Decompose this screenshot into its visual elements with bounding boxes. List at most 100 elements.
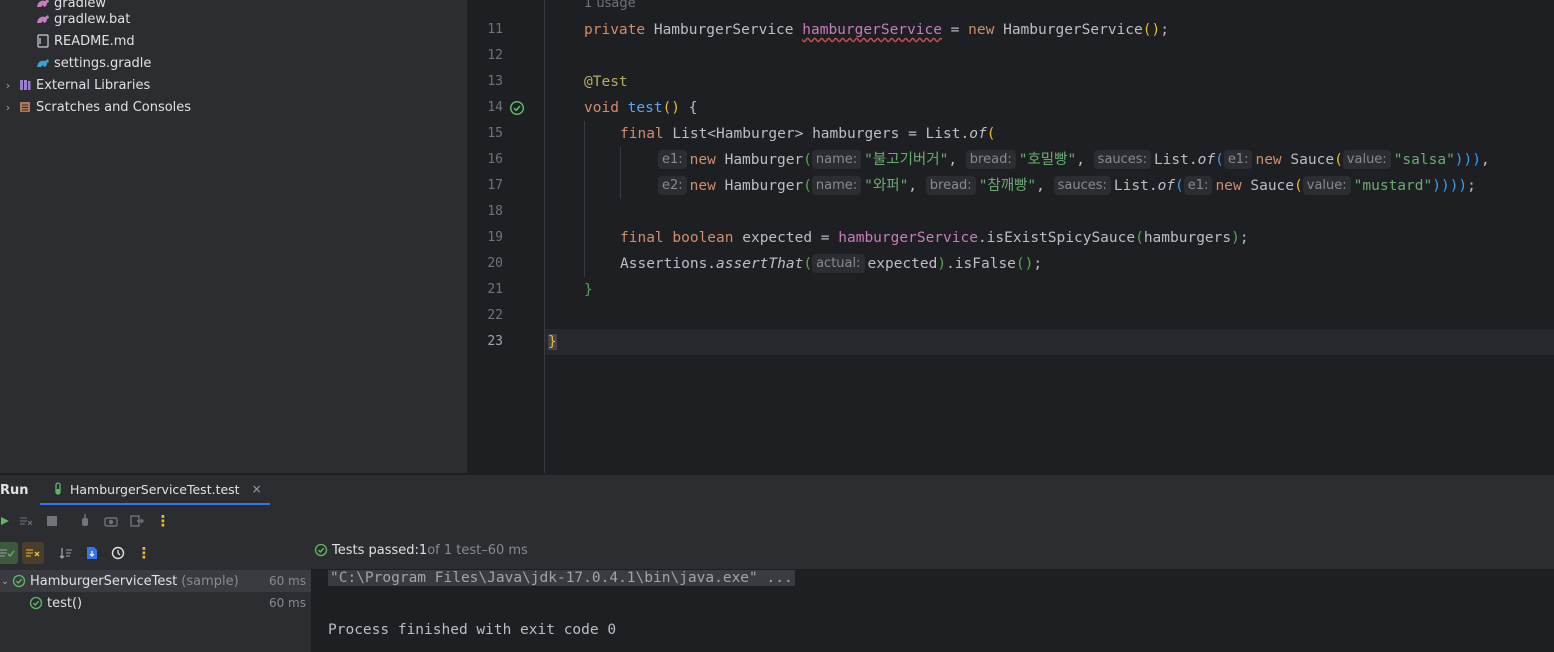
rerun-icon[interactable]: [0, 510, 16, 532]
code-editor[interactable]: 11 12 13 14 15 16 17 18 19 20 21 22 23 1…: [469, 0, 1554, 473]
line-number: 19: [487, 230, 503, 245]
status-total: of 1 test: [427, 542, 482, 558]
import-tests-icon[interactable]: [81, 542, 103, 564]
console-command-line[interactable]: "C:\Program Files\Java\jdk-17.0.4.1\bin\…: [328, 567, 795, 589]
test-suite-label: HamburgerServiceTest: [30, 573, 178, 589]
field-hamburger-service: hamburgerService: [802, 22, 942, 38]
tree-item-scratches[interactable]: › Scratches and Consoles: [0, 96, 191, 118]
status-label: Tests passed:: [332, 542, 419, 558]
param-hint: name:: [811, 150, 862, 169]
more-options-icon[interactable]: ⋮: [152, 510, 174, 532]
camera-icon[interactable]: [100, 510, 122, 532]
status-passed-count: 1: [418, 542, 428, 558]
test-case-label: test(): [47, 595, 83, 611]
libraries-icon: [18, 78, 32, 92]
gradle-icon: [36, 56, 50, 70]
tree-item-settings-gradle[interactable]: settings.gradle: [36, 52, 151, 74]
line-number: 16: [487, 152, 503, 167]
tree-item-gradlew-bat[interactable]: gradlew.bat: [36, 8, 130, 30]
check-circle-icon: [314, 543, 328, 557]
tree-item-label: gradlew.bat: [54, 11, 131, 27]
line-number: 22: [487, 308, 503, 323]
code-line-19: final boolean expected = hamburgerServic…: [620, 230, 1249, 246]
tree-item-readme[interactable]: README.md: [36, 30, 135, 52]
param-hint: e1:: [658, 150, 687, 169]
rerun-failed-icon[interactable]: [15, 510, 37, 532]
scratches-icon: [18, 100, 32, 114]
exit-icon[interactable]: [126, 510, 148, 532]
gradle-icon: [36, 12, 50, 26]
markdown-file-icon: [36, 34, 50, 48]
editor-gutter: 11 12 13 14 15 16 17 18 19 20 21 22 23: [469, 0, 545, 473]
code-line-21: }: [584, 282, 593, 298]
code-line-16: e1: new Hamburger(name: "불고기버거", bread: "호밀…: [548, 147, 1490, 173]
show-ignored-icon[interactable]: [22, 542, 44, 564]
param-hint: name:: [811, 176, 862, 195]
code-line-11: private HamburgerService hamburgerServic…: [584, 22, 1169, 38]
line-number: 17: [487, 178, 503, 193]
line-number: 20: [487, 256, 503, 271]
line-number: 21: [487, 282, 503, 297]
line-number: 18: [487, 204, 503, 219]
param-hint: bread:: [965, 150, 1016, 169]
line-number: 15: [487, 126, 503, 141]
code-line-20: Assertions.assertThat(actual: expected).i…: [620, 254, 1043, 273]
param-hint: actual:: [812, 254, 865, 273]
tree-item-label: Scratches and Consoles: [36, 99, 192, 115]
run-tab-bar: Run HamburgerServiceTest.test ×: [0, 475, 1554, 505]
test-case-row[interactable]: test() 60 ms: [0, 592, 311, 614]
code-line-23: }: [548, 334, 557, 350]
test-results-tree: ⌄ HamburgerServiceTest (sample) 60 ms tes…: [0, 569, 311, 652]
attach-debugger-icon[interactable]: [74, 510, 96, 532]
run-tool-window: Run HamburgerServiceTest.test × ⋮ ⋮ Test…: [0, 474, 1554, 652]
param-hint: e2:: [658, 176, 687, 195]
code-line-13: @Test: [584, 74, 628, 90]
more-options-icon[interactable]: ⋮: [133, 542, 155, 564]
param-hint: bread:: [925, 176, 976, 195]
history-icon[interactable]: [107, 542, 129, 564]
status-duration: 60 ms: [487, 542, 528, 558]
console-output[interactable]: "C:\Program Files\Java\jdk-17.0.4.1\bin\…: [311, 569, 1554, 652]
param-hint: value:: [1302, 176, 1351, 195]
run-tab-label: HamburgerServiceTest.test: [70, 481, 240, 497]
tree-item-label: settings.gradle: [54, 55, 152, 71]
run-config-tab[interactable]: HamburgerServiceTest.test ×: [40, 475, 270, 505]
test-duration: 60 ms: [268, 574, 306, 588]
chevron-right-icon[interactable]: ›: [0, 79, 16, 92]
test-passed-icon: [29, 596, 43, 610]
param-hint: sauces:: [1053, 176, 1111, 195]
test-tube-icon: [55, 482, 61, 495]
run-window-title: Run: [0, 482, 29, 498]
console-exit-message: Process finished with exit code 0: [328, 622, 617, 638]
line-number: 12: [487, 48, 503, 63]
show-passed-icon[interactable]: [0, 542, 18, 564]
test-duration: 60 ms: [268, 596, 306, 610]
test-passed-gutter-icon[interactable]: [509, 100, 525, 116]
close-tab-icon[interactable]: ×: [252, 482, 262, 496]
test-suite-package: (sample): [181, 573, 239, 589]
line-number: 23: [487, 334, 503, 349]
param-hint: e1:: [1223, 150, 1253, 169]
param-hint: value:: [1342, 150, 1391, 169]
test-passed-icon: [12, 574, 26, 588]
stop-icon[interactable]: [41, 510, 63, 532]
usages-hint[interactable]: 1 usage: [584, 0, 636, 11]
project-tool-window: gradlew gradlew.bat README.md settings.g…: [0, 0, 468, 473]
tree-item-label: External Libraries: [36, 77, 151, 93]
chevron-right-icon[interactable]: ›: [0, 101, 16, 114]
tree-item-external-libraries[interactable]: › External Libraries: [0, 74, 150, 96]
code-line-14: void test() {: [584, 100, 698, 116]
current-line-highlight: [469, 329, 1554, 355]
code-line-15: final List<Hamburger> hamburgers = List.…: [620, 126, 996, 142]
tests-status: Tests passed: 1 of 1 test – 60 ms: [314, 539, 528, 561]
tree-item-label: README.md: [54, 33, 135, 49]
line-number: 11: [487, 22, 503, 37]
param-hint: e1:: [1183, 176, 1213, 195]
sort-icon[interactable]: [55, 542, 77, 564]
line-number: 13: [487, 74, 503, 89]
code-line-17: e2: new Hamburger(name: "와퍼", bread: "참깨빵",…: [548, 173, 1476, 199]
param-hint: sauces:: [1093, 150, 1151, 169]
line-number: 14: [487, 100, 503, 115]
chevron-down-icon[interactable]: ⌄: [0, 576, 10, 587]
test-suite-row[interactable]: ⌄ HamburgerServiceTest (sample) 60 ms: [0, 570, 311, 592]
